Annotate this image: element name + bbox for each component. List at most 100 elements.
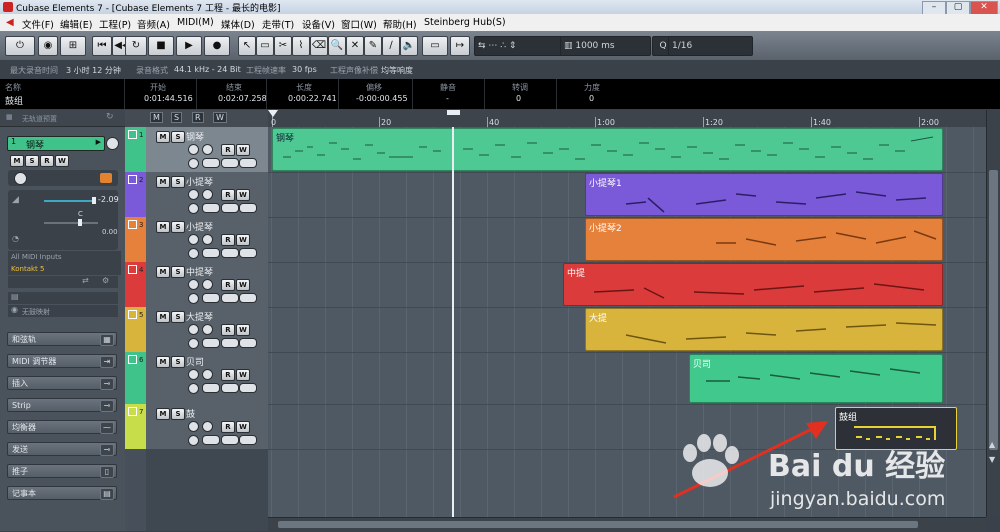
edit-channel-icon[interactable] xyxy=(188,338,199,349)
read-button[interactable]: R xyxy=(221,189,235,201)
freeze-icon[interactable] xyxy=(239,293,257,303)
split-tool-icon[interactable]: ✂ xyxy=(274,36,292,56)
section-midi-modifiers[interactable]: MIDI 调节器 ⇥ xyxy=(7,354,117,368)
track-versions-icon[interactable] xyxy=(221,248,239,258)
track-versions-icon[interactable] xyxy=(221,293,239,303)
mute-button[interactable]: M xyxy=(156,356,170,368)
inspector-read-button[interactable]: R xyxy=(40,155,54,167)
name-value[interactable]: 鼓组 xyxy=(5,94,23,107)
section-strip[interactable]: Strip ⊸ xyxy=(7,398,117,412)
draw-tool-icon[interactable]: ✎ xyxy=(364,36,382,56)
freeze-icon[interactable] xyxy=(239,158,257,168)
solo-button[interactable]: S xyxy=(171,311,185,323)
track-row[interactable]: 2 M S 小提琴 R W xyxy=(125,172,268,218)
play-button[interactable]: ▶ xyxy=(176,36,202,56)
pan-value[interactable]: 0.00 xyxy=(102,228,118,236)
monitor-icon[interactable] xyxy=(202,234,213,245)
menu-transport[interactable]: 走带(T) xyxy=(262,17,294,31)
play-tool-icon[interactable]: 🔈 xyxy=(400,36,418,56)
read-button[interactable]: R xyxy=(221,324,235,336)
program-select[interactable]: ▤ xyxy=(8,292,118,304)
menu-steinberg-hub[interactable]: Steinberg Hub(S) xyxy=(424,17,506,28)
lane-icon[interactable] xyxy=(202,338,220,348)
midi-part[interactable]: 贝司 xyxy=(689,354,943,403)
record-enable-icon[interactable] xyxy=(188,279,199,290)
track-row[interactable]: 3 M S 小提琴 R W xyxy=(125,217,268,263)
constrain-delay-icon[interactable]: ◉ xyxy=(38,36,58,56)
menu-edit[interactable]: 编辑(E) xyxy=(60,17,92,31)
read-button[interactable]: R xyxy=(221,234,235,246)
color-tool-icon[interactable]: ▭ xyxy=(422,36,448,56)
section-notepad[interactable]: 记事本 ▤ xyxy=(7,486,117,500)
monitor-icon[interactable] xyxy=(202,369,213,380)
record-button[interactable]: ● xyxy=(204,36,230,56)
solo-button[interactable]: S xyxy=(171,176,185,188)
stop-button[interactable]: ■ xyxy=(148,36,174,56)
range-selection-tool-icon[interactable]: ▭ xyxy=(256,36,274,56)
transpose-value[interactable]: 0 xyxy=(516,94,521,103)
erase-tool-icon[interactable]: ⌫ xyxy=(310,36,328,56)
midi-input-select[interactable]: All MIDI Inputs xyxy=(8,251,121,263)
edit-channel-icon[interactable] xyxy=(188,248,199,259)
mute-value[interactable]: - xyxy=(446,94,449,103)
section-fader[interactable]: 推子 ▯ xyxy=(7,464,117,478)
menu-midi[interactable]: MIDI(M) xyxy=(177,17,214,28)
record-enable-icon[interactable] xyxy=(188,369,199,380)
menu-devices[interactable]: 设备(V) xyxy=(302,17,335,31)
mute-tool-icon[interactable]: ✕ xyxy=(346,36,364,56)
solo-button[interactable]: S xyxy=(171,221,185,233)
track-preset-bar[interactable]: ▦ 无轨道预置 ↻ xyxy=(0,110,125,127)
section-equalizers[interactable]: 均衡器 ⁓ xyxy=(7,420,117,434)
glue-tool-icon[interactable]: ⌇ xyxy=(292,36,310,56)
left-locator-icon[interactable] xyxy=(268,110,278,117)
midi-part[interactable]: 大提 xyxy=(585,308,943,351)
menu-audio[interactable]: 音频(A) xyxy=(137,17,170,31)
edit-channel-icon[interactable] xyxy=(188,383,199,394)
channel-icon[interactable]: ⇄ xyxy=(82,276,89,285)
global-mute-icon[interactable]: M xyxy=(150,112,163,123)
track-row[interactable]: 7 M S 鼓 R W xyxy=(125,404,268,450)
edit-channel-icon[interactable] xyxy=(188,158,199,169)
snap-type-control[interactable]: ⇆ ⋯ ∴ ⇕ xyxy=(474,36,563,56)
global-solo-icon[interactable]: S xyxy=(171,112,183,123)
track-versions-icon[interactable] xyxy=(221,383,239,393)
track-name[interactable]: 贝司 xyxy=(186,355,204,368)
record-enable-icon[interactable] xyxy=(188,421,199,432)
inspector-solo-button[interactable]: S xyxy=(25,155,39,167)
write-button[interactable]: W xyxy=(236,369,250,381)
midi-part[interactable]: 小提琴1 xyxy=(585,173,943,216)
vertical-scrollbar[interactable]: ▲ ▼ xyxy=(986,110,1000,517)
object-selection-tool-icon[interactable]: ↖ xyxy=(238,36,256,56)
track-row[interactable]: 5 M S 大提琴 R W xyxy=(125,307,268,353)
track-name[interactable]: 小提琴 xyxy=(186,175,213,188)
read-button[interactable]: R xyxy=(221,144,235,156)
lane-icon[interactable] xyxy=(202,203,220,213)
edit-channel-icon[interactable] xyxy=(188,435,199,446)
section-chord-track[interactable]: 和弦轨 ▦ xyxy=(7,332,117,346)
track-versions-icon[interactable] xyxy=(221,158,239,168)
length-value[interactable]: 0:00:22.741 xyxy=(288,94,337,103)
quantize-select[interactable]: 1/16 xyxy=(668,36,753,56)
grid-type-select[interactable]: ▥ 1000 ms xyxy=(560,36,651,56)
mute-button[interactable]: M xyxy=(156,408,170,420)
instrument-edit-icon[interactable] xyxy=(100,173,112,183)
solo-button[interactable]: S xyxy=(171,356,185,368)
global-write-icon[interactable]: W xyxy=(213,112,227,123)
edit-instrument-icon[interactable] xyxy=(106,137,119,150)
track-row[interactable]: 1 M S 钢琴 R W xyxy=(125,127,268,173)
track-name[interactable]: 中提琴 xyxy=(186,265,213,278)
track-versions-icon[interactable] xyxy=(221,203,239,213)
solo-button[interactable]: S xyxy=(171,408,185,420)
freeze-icon[interactable] xyxy=(239,248,257,258)
project-cursor[interactable] xyxy=(452,127,454,517)
track-row[interactable]: 6 M S 贝司 R W xyxy=(125,352,268,405)
record-enable-icon[interactable] xyxy=(14,172,27,185)
activate-project-button[interactable]: ⏻ xyxy=(5,36,35,56)
volume-fader-handle[interactable] xyxy=(92,197,96,204)
scroll-up-icon[interactable]: ▲ xyxy=(989,440,998,454)
menu-help[interactable]: 帮助(H) xyxy=(383,17,417,31)
freeze-icon[interactable] xyxy=(239,383,257,393)
cursor-marker-icon[interactable] xyxy=(447,110,460,115)
monitor-icon[interactable] xyxy=(202,144,213,155)
vertical-scroll-thumb[interactable] xyxy=(989,170,998,450)
